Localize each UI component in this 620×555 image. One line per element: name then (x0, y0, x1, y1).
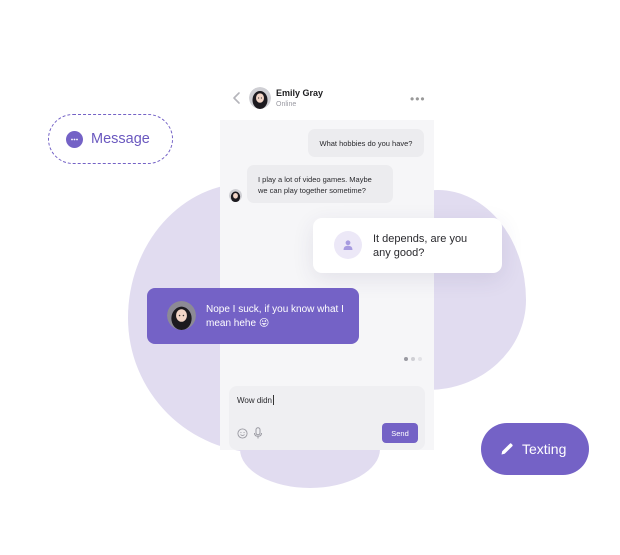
contact-avatar (167, 301, 196, 330)
text-caret (272, 395, 274, 405)
send-button[interactable]: Send (382, 423, 418, 443)
more-horizontal-icon[interactable]: ••• (410, 92, 426, 106)
pagination-dot[interactable] (411, 357, 415, 361)
message-card-text: Nope I suck, if you know what I mean heh… (206, 304, 344, 329)
pencil-icon (501, 443, 513, 455)
message-card-incoming: Nope I suck, if you know what I mean heh… (147, 288, 359, 344)
chevron-left-icon[interactable] (230, 91, 244, 105)
contact-mini-avatar (229, 189, 242, 202)
message-badge[interactable]: Message (48, 114, 173, 164)
message-bubble-outgoing: What hobbies do you have? (308, 129, 424, 157)
user-avatar (334, 231, 362, 259)
chat-header: Emily Gray Online ••• (220, 78, 434, 120)
pagination-dot[interactable] (418, 357, 422, 361)
pagination-dots (404, 357, 422, 361)
texting-badge-label: Texting (522, 441, 567, 457)
message-input[interactable]: Wow didn (237, 395, 274, 405)
message-input-value: Wow didn (237, 395, 272, 405)
pagination-dot[interactable] (404, 357, 408, 361)
contact-avatar (249, 87, 271, 109)
texting-badge[interactable]: Texting (481, 423, 589, 475)
contact-name: Emily Gray (276, 88, 324, 98)
message-card-text: It depends, are you any good? (373, 233, 468, 259)
message-bubble-incoming: I play a lot of video games. Maybe we ca… (247, 165, 393, 203)
smile-icon[interactable] (237, 428, 248, 439)
microphone-icon[interactable] (253, 427, 263, 439)
chat-bubble-icon (66, 130, 83, 148)
message-badge-label: Message (91, 131, 150, 147)
message-card-outgoing: It depends, are you any good? (313, 218, 502, 273)
contact-status: Online (276, 101, 297, 108)
message-composer: Wow didn Send (229, 386, 425, 450)
person-icon (343, 240, 353, 250)
